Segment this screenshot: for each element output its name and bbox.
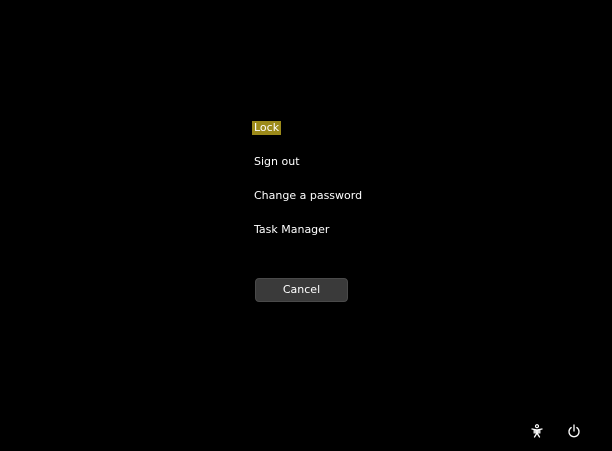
lock-option[interactable]: Lock [252, 121, 282, 135]
accessibility-button[interactable] [528, 422, 546, 440]
accessibility-icon [531, 424, 543, 438]
power-button[interactable] [565, 422, 583, 440]
task-manager-option[interactable]: Task Manager [252, 223, 331, 237]
change-password-option[interactable]: Change a password [252, 189, 364, 203]
power-icon [568, 424, 580, 438]
sign-out-option[interactable]: Sign out [252, 155, 302, 169]
cancel-button[interactable]: Cancel [255, 278, 348, 302]
security-options-screen: Lock Sign out Change a password Task Man… [0, 0, 612, 451]
